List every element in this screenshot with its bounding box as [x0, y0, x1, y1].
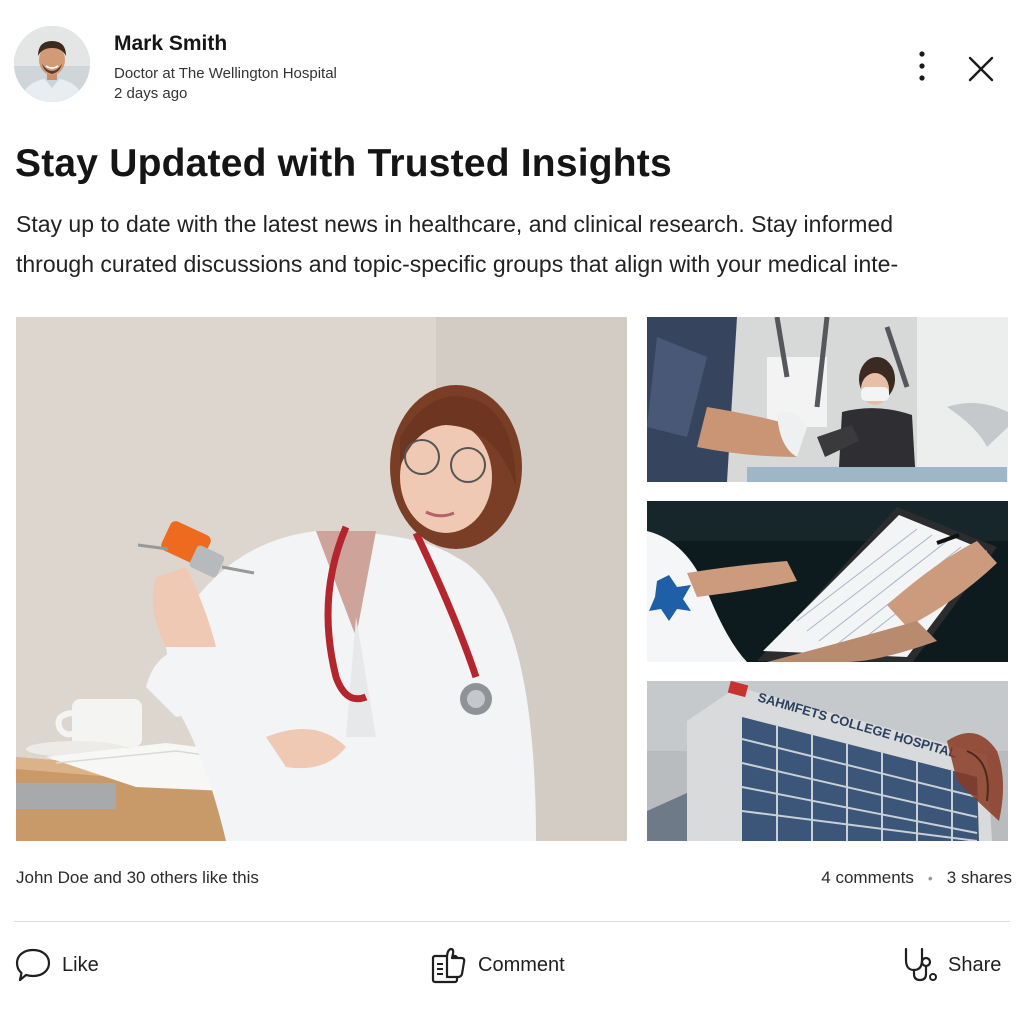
stethoscope-icon	[904, 947, 937, 982]
likes-summary[interactable]: John Doe and 30 others like this	[16, 868, 259, 888]
post-timestamp: 2 days ago	[114, 85, 188, 102]
share-button[interactable]: Share	[900, 946, 1001, 984]
post-body-line: through curated discussions and topic-sp…	[16, 251, 899, 277]
comments-count[interactable]: 4 comments	[821, 868, 914, 888]
post-image-main[interactable]	[16, 317, 627, 841]
share-label: Share	[948, 953, 1002, 976]
post-body-line: Stay up to date with the latest news in …	[16, 211, 894, 237]
like-label: Like	[62, 953, 99, 976]
close-button[interactable]	[964, 52, 998, 86]
thumbs-up-document-icon	[431, 947, 466, 984]
author-role: Doctor at The Wellington Hospital	[114, 65, 337, 82]
post-title: Stay Updated with Trusted Insights	[15, 142, 672, 185]
author-info: Mark Smith Doctor at The Wellington Hosp…	[114, 32, 337, 102]
post-body: Stay up to date with the latest news in …	[16, 204, 1016, 284]
comment-label: Comment	[478, 953, 565, 976]
author-avatar[interactable]	[14, 26, 90, 102]
post-image-dental-procedure[interactable]	[647, 317, 1008, 482]
engagement-counts: 4 comments • 3 shares	[821, 868, 1012, 888]
comment-button[interactable]: Comment	[430, 946, 565, 984]
close-icon	[968, 56, 994, 82]
post-image-clipboard[interactable]	[647, 501, 1008, 662]
like-button[interactable]: Like	[14, 946, 99, 984]
post-image-hospital-building[interactable]: SAHMFETS COLLEGE HOSPITAL	[647, 681, 1008, 841]
post-header: Mark Smith Doctor at The Wellington Hosp…	[14, 26, 1010, 106]
shares-count[interactable]: 3 shares	[947, 868, 1012, 888]
more-options-button[interactable]	[910, 50, 934, 82]
speech-bubble-icon	[15, 948, 51, 982]
author-name[interactable]: Mark Smith	[114, 32, 337, 56]
stats-separator: •	[927, 870, 933, 886]
divider	[14, 921, 1010, 922]
vertical-ellipsis-icon	[919, 51, 925, 81]
